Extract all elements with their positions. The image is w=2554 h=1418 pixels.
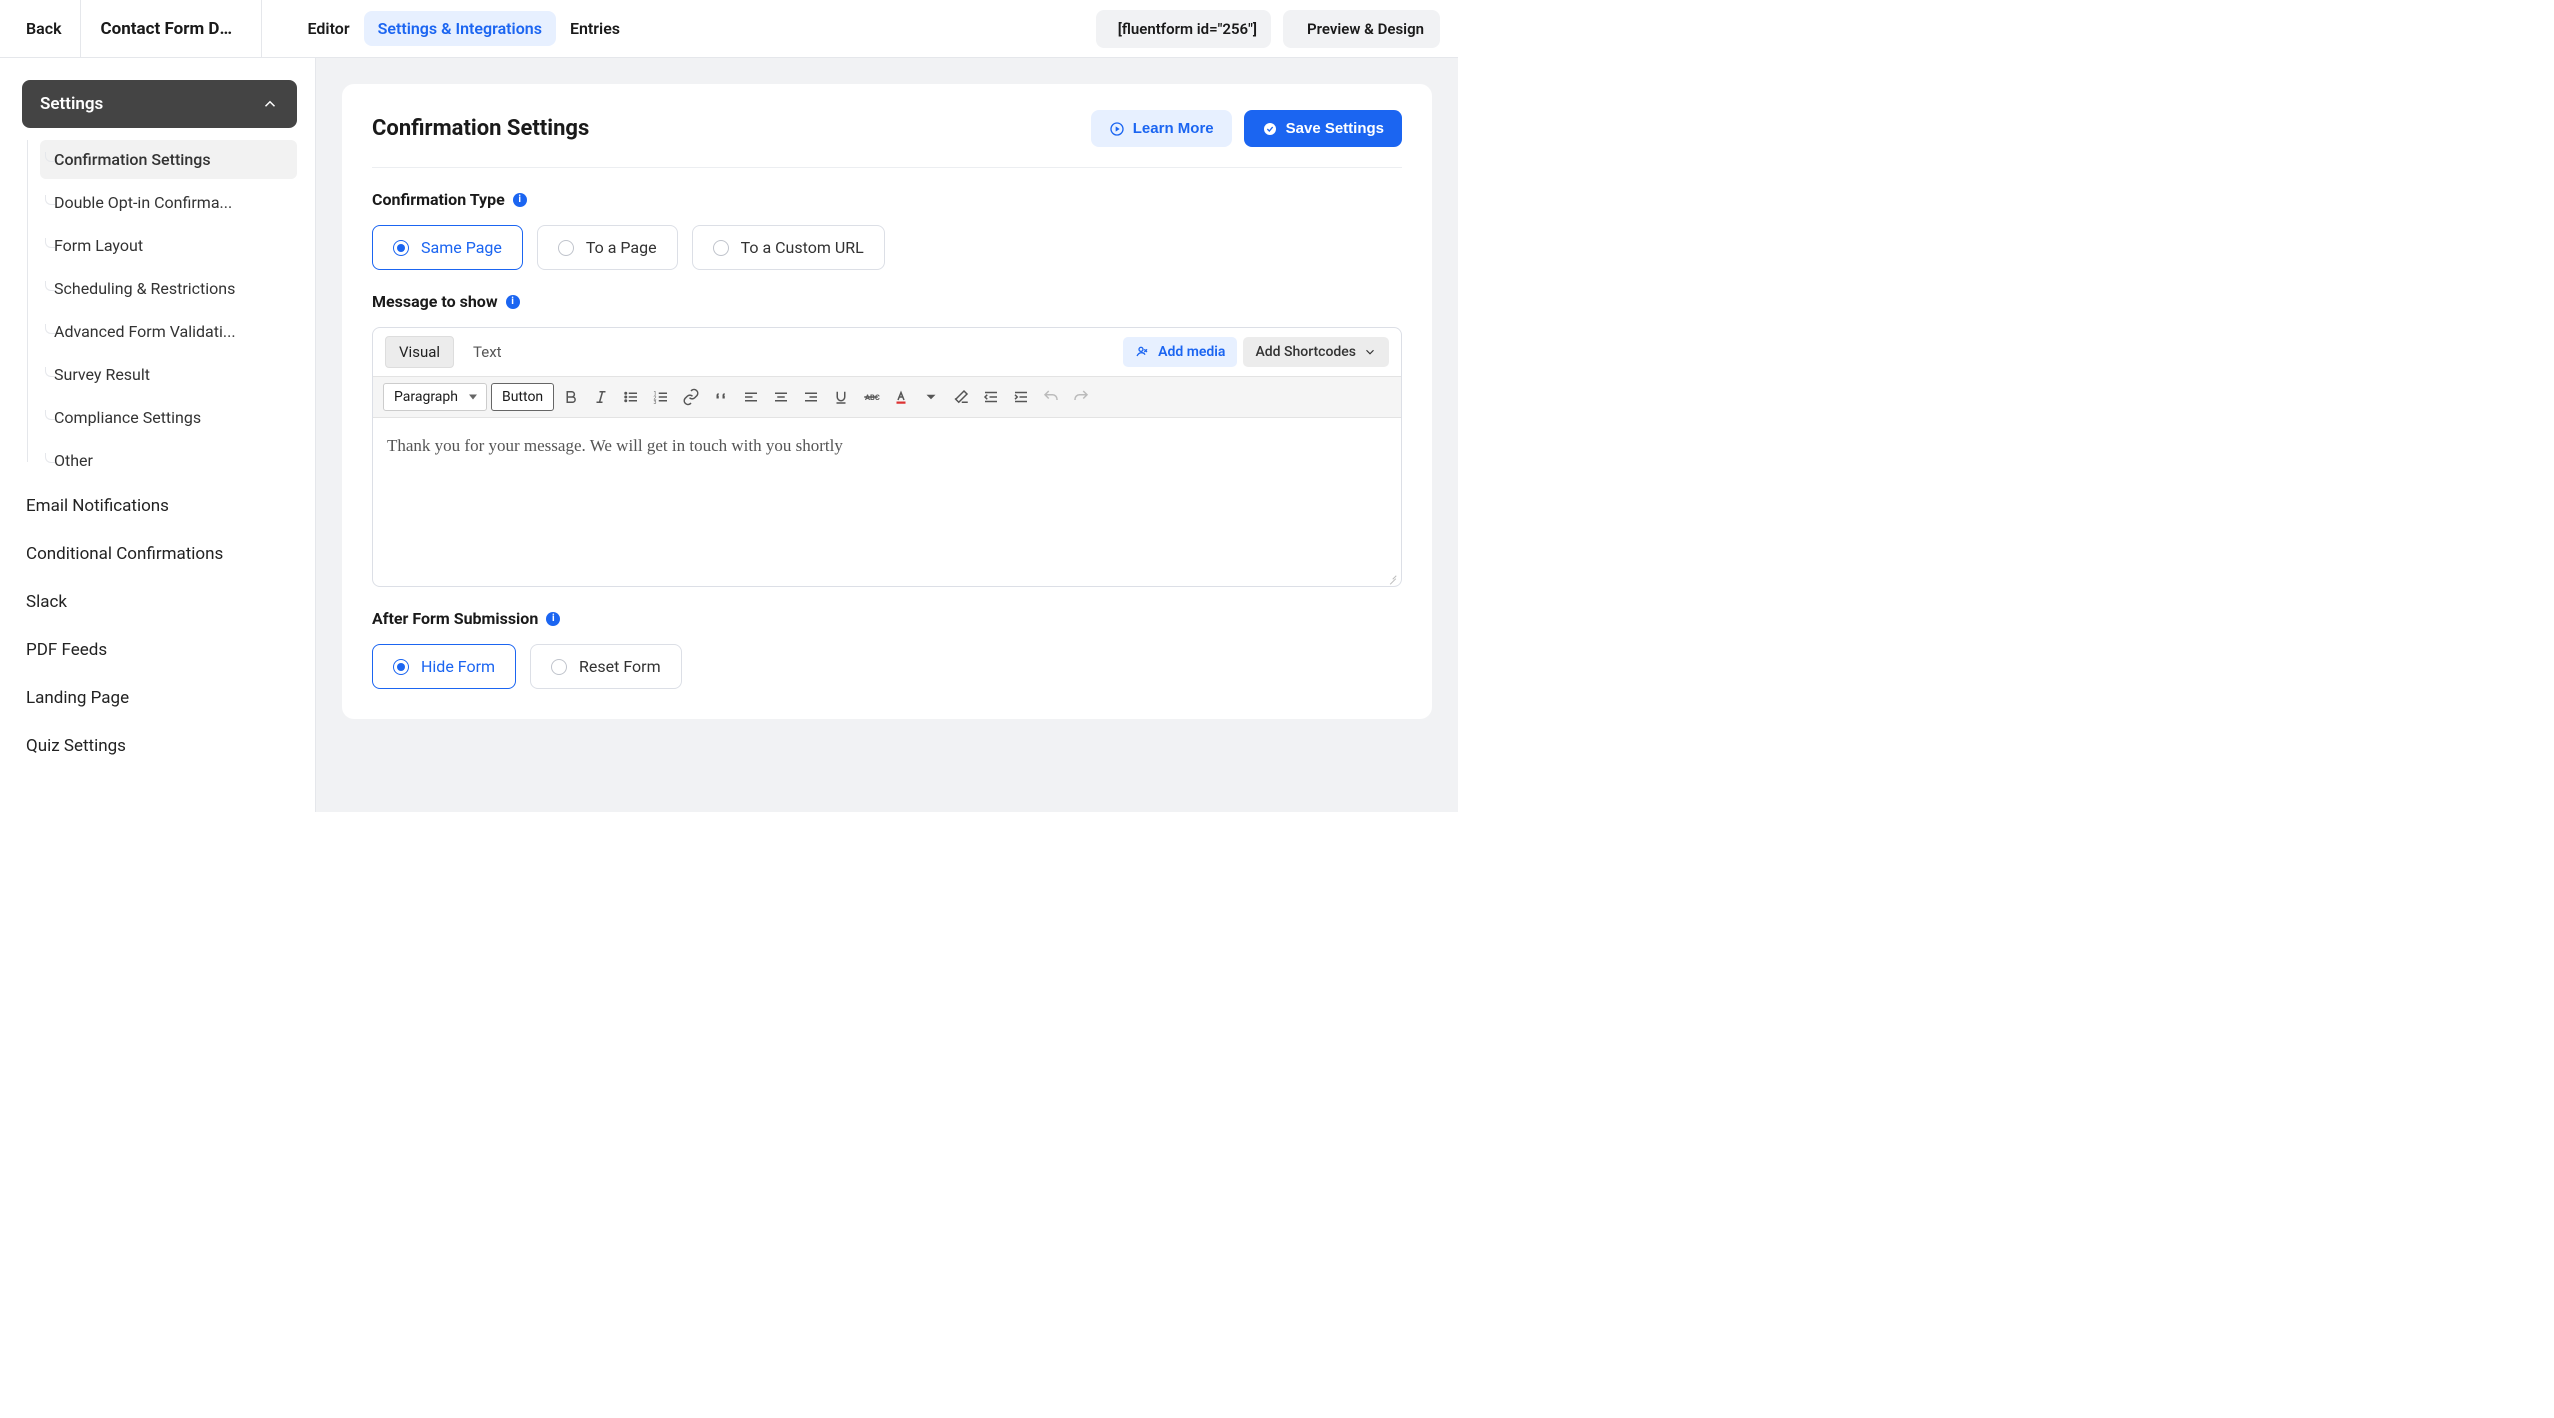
- page-title: Confirmation Settings: [372, 116, 589, 141]
- sub-item-advanced-validation[interactable]: Advanced Form Validati...: [40, 312, 297, 351]
- preview-design-button[interactable]: Preview & Design: [1283, 10, 1440, 48]
- outdent-icon[interactable]: [978, 384, 1004, 410]
- sidebar-section-label: Settings: [40, 94, 103, 114]
- confirmation-type-custom-url[interactable]: To a Custom URL: [692, 225, 885, 270]
- sub-item-other[interactable]: Other: [40, 441, 297, 480]
- insert-button-button[interactable]: Button: [491, 383, 554, 411]
- format-select[interactable]: Paragraph: [383, 383, 487, 411]
- svg-text:3: 3: [654, 400, 657, 406]
- chevron-up-icon: [261, 95, 279, 113]
- editor-toolbar: Paragraph Button 123 ABC: [373, 376, 1401, 418]
- tab-entries[interactable]: Entries: [556, 11, 634, 46]
- message-label: Message to show: [372, 292, 498, 311]
- indent-icon[interactable]: [1008, 384, 1034, 410]
- sub-item-form-layout[interactable]: Form Layout: [40, 226, 297, 265]
- form-title: Contact Form De...: [81, 19, 261, 39]
- numbered-list-icon[interactable]: 123: [648, 384, 674, 410]
- sidebar-item-email-notifications[interactable]: Email Notifications: [22, 484, 297, 528]
- info-icon[interactable]: i: [513, 193, 527, 207]
- info-icon[interactable]: i: [546, 612, 560, 626]
- add-shortcodes-label: Add Shortcodes: [1255, 344, 1356, 360]
- add-media-label: Add media: [1158, 344, 1225, 360]
- add-media-button[interactable]: Add media: [1123, 337, 1237, 367]
- radio-icon: [558, 240, 574, 256]
- shortcode-button[interactable]: [fluentform id="256"]: [1096, 10, 1271, 48]
- save-settings-button[interactable]: Save Settings: [1244, 110, 1402, 147]
- undo-icon[interactable]: [1038, 384, 1064, 410]
- clear-formatting-icon[interactable]: [948, 384, 974, 410]
- redo-icon[interactable]: [1068, 384, 1094, 410]
- text-color-dropdown-icon[interactable]: [918, 384, 944, 410]
- check-circle-icon: [1262, 121, 1278, 137]
- sub-item-scheduling[interactable]: Scheduling & Restrictions: [40, 269, 297, 308]
- message-editor-body[interactable]: Thank you for your message. We will get …: [373, 418, 1401, 586]
- learn-more-button[interactable]: Learn More: [1091, 110, 1232, 147]
- sub-item-survey-result[interactable]: Survey Result: [40, 355, 297, 394]
- sidebar-section-settings[interactable]: Settings: [22, 80, 297, 128]
- sidebar: Settings Confirmation Settings Double Op…: [0, 58, 316, 812]
- italic-icon[interactable]: [588, 384, 614, 410]
- shortcode-text: [fluentform id="256"]: [1118, 20, 1257, 38]
- sidebar-item-pdf-feeds[interactable]: PDF Feeds: [22, 628, 297, 672]
- underline-icon[interactable]: [828, 384, 854, 410]
- radio-icon: [713, 240, 729, 256]
- radio-label: Hide Form: [421, 657, 495, 676]
- radio-label: To a Custom URL: [741, 238, 864, 257]
- tab-editor[interactable]: Editor: [294, 11, 364, 46]
- learn-more-label: Learn More: [1133, 120, 1214, 137]
- confirmation-type-to-page[interactable]: To a Page: [537, 225, 678, 270]
- sidebar-item-landing-page[interactable]: Landing Page: [22, 676, 297, 720]
- sidebar-item-quiz-settings[interactable]: Quiz Settings: [22, 724, 297, 768]
- tab-settings-integrations[interactable]: Settings & Integrations: [364, 11, 556, 46]
- radio-icon: [393, 659, 409, 675]
- editor-tab-text[interactable]: Text: [460, 337, 515, 367]
- bulleted-list-icon[interactable]: [618, 384, 644, 410]
- back-button[interactable]: Back: [0, 0, 81, 58]
- sidebar-item-slack[interactable]: Slack: [22, 580, 297, 624]
- text-color-icon[interactable]: [888, 384, 914, 410]
- sidebar-item-conditional-confirmations[interactable]: Conditional Confirmations: [22, 532, 297, 576]
- preview-label: Preview & Design: [1307, 20, 1424, 38]
- sub-item-double-opt-in[interactable]: Double Opt-in Confirma...: [40, 183, 297, 222]
- add-shortcodes-button[interactable]: Add Shortcodes: [1243, 337, 1389, 367]
- editor-tab-visual[interactable]: Visual: [385, 336, 454, 368]
- save-label: Save Settings: [1286, 120, 1384, 137]
- back-label: Back: [26, 19, 62, 38]
- info-icon[interactable]: i: [506, 295, 520, 309]
- confirmation-type-same-page[interactable]: Same Page: [372, 225, 523, 270]
- chevron-down-icon: [1363, 345, 1377, 359]
- resize-handle-icon[interactable]: [1385, 570, 1399, 584]
- after-submission-label: After Form Submission: [372, 609, 538, 628]
- link-icon[interactable]: [678, 384, 704, 410]
- after-submission-hide-form[interactable]: Hide Form: [372, 644, 516, 689]
- strikethrough-icon[interactable]: ABC: [858, 384, 884, 410]
- media-icon: [1135, 344, 1151, 360]
- sub-item-compliance[interactable]: Compliance Settings: [40, 398, 297, 437]
- after-submission-reset-form[interactable]: Reset Form: [530, 644, 682, 689]
- play-circle-icon: [1109, 121, 1125, 137]
- radio-icon: [393, 240, 409, 256]
- radio-label: Same Page: [421, 238, 502, 257]
- bold-icon[interactable]: [558, 384, 584, 410]
- radio-icon: [551, 659, 567, 675]
- confirmation-type-label: Confirmation Type: [372, 190, 505, 209]
- align-right-icon[interactable]: [798, 384, 824, 410]
- blockquote-icon[interactable]: [708, 384, 734, 410]
- align-center-icon[interactable]: [768, 384, 794, 410]
- radio-label: Reset Form: [579, 657, 661, 676]
- radio-label: To a Page: [586, 238, 657, 257]
- align-left-icon[interactable]: [738, 384, 764, 410]
- sub-item-confirmation-settings[interactable]: Confirmation Settings: [40, 140, 297, 179]
